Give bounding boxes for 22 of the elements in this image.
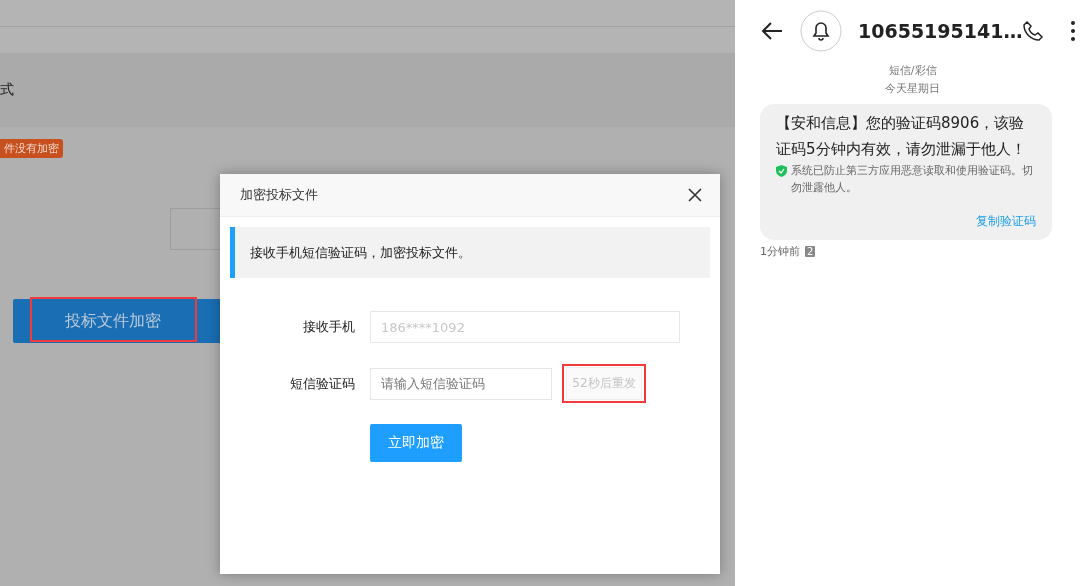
code-field[interactable]: 请输入短信验证码 <box>370 367 552 400</box>
status-tag: 件没有加密 <box>0 139 63 158</box>
more-icon[interactable] <box>1070 20 1077 42</box>
date-label: 今天星期日 <box>884 81 942 97</box>
shield-icon <box>776 165 787 177</box>
field-label: 接收手机 <box>302 318 355 336</box>
message-time: 1分钟前 <box>760 244 800 259</box>
sim-badge: 2 <box>805 246 816 257</box>
dialog-title: 加密投标文件 <box>240 186 318 204</box>
copy-code-link[interactable]: 复制验证码 <box>976 214 1037 228</box>
phone-icon[interactable] <box>1022 20 1045 42</box>
security-note: 系统已防止第三方应用恶意读取和使用验证码。切勿泄露他人。 <box>791 163 1034 196</box>
message-text: 【安和信息】您的验证码8906，该验证码5分钟内有效，请勿泄漏于他人！ <box>776 113 1027 160</box>
partial-label: 式 <box>0 81 14 99</box>
channel-label: 短信/彩信 <box>887 63 938 79</box>
field-label: 短信验证码 <box>289 374 355 393</box>
sender-number: 10655195141… <box>858 20 1023 42</box>
close-icon[interactable] <box>688 188 702 202</box>
notice-text: 接收手机短信验证码，加密投标文件。 <box>250 243 471 262</box>
bell-icon <box>800 10 842 52</box>
back-icon[interactable] <box>760 21 784 41</box>
submit-button[interactable]: 立即加密 <box>370 424 462 462</box>
